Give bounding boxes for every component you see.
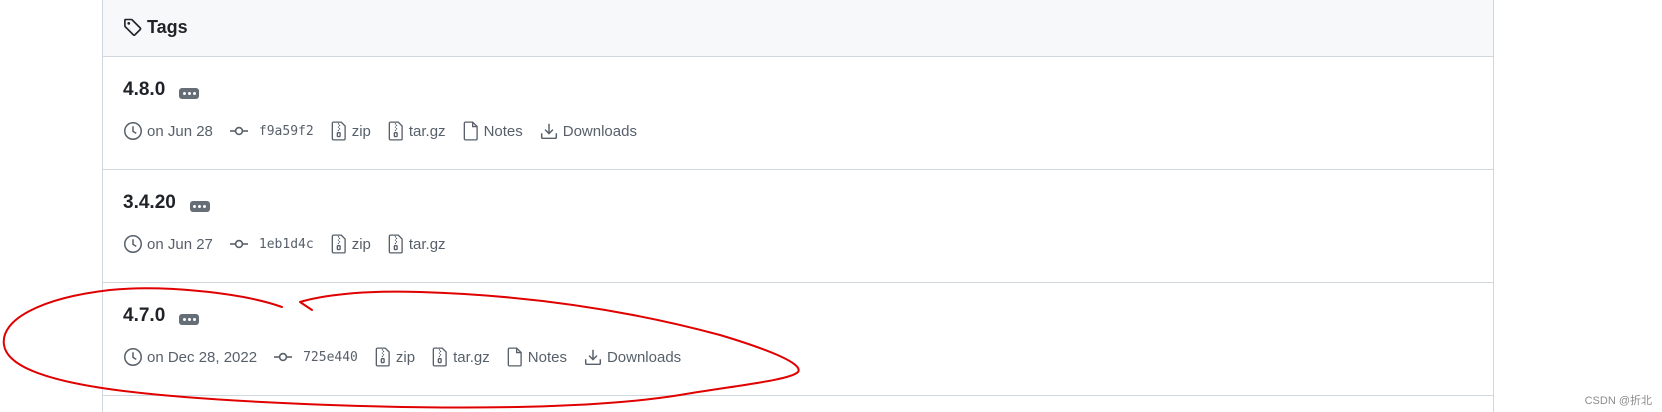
- file-icon: [507, 347, 522, 367]
- download-icon: [584, 349, 601, 366]
- tags-box: Tags 4.8.0 on Jun 28 f9a59f2 zip tar.gz …: [102, 0, 1494, 412]
- tag-name-link[interactable]: 4.7.0: [123, 305, 165, 327]
- targz-download-link[interactable]: tar.gz: [431, 347, 490, 367]
- tag-date: on Jun 27: [123, 234, 213, 254]
- commit-sha: 725e440: [303, 349, 358, 365]
- downloads-label: Downloads: [562, 122, 637, 140]
- commit-sha: 1eb1d4c: [258, 236, 314, 252]
- zip-label: zip: [351, 235, 371, 253]
- file-zip-icon: [388, 121, 403, 141]
- notes-label: Notes: [527, 348, 567, 366]
- clock-icon: [124, 348, 142, 366]
- zip-label: zip: [351, 122, 371, 140]
- zip-download-link[interactable]: zip: [330, 121, 371, 141]
- tag-row: 3.4.20 on Jun 27 1eb1d4c zip tar.gz: [103, 170, 1493, 283]
- commit-icon: [229, 126, 248, 136]
- clock-icon: [124, 235, 142, 253]
- commit-link[interactable]: 725e440: [273, 350, 358, 365]
- page-title: Tags: [147, 16, 188, 37]
- file-icon: [463, 121, 478, 141]
- targz-download-link[interactable]: tar.gz: [387, 234, 446, 254]
- tags-page: Tags 4.8.0 on Jun 28 f9a59f2 zip tar.gz …: [0, 0, 1662, 412]
- more-options-button[interactable]: [179, 87, 200, 99]
- commit-link[interactable]: f9a59f2: [229, 124, 314, 139]
- notes-link[interactable]: Notes: [506, 347, 567, 367]
- downloads-link[interactable]: Downloads: [583, 348, 681, 366]
- zip-download-link[interactable]: zip: [330, 234, 371, 254]
- file-zip-icon: [331, 234, 346, 254]
- date-text: on Jun 28: [147, 122, 213, 140]
- file-zip-icon: [432, 347, 447, 367]
- date-text: on Dec 28, 2022: [147, 348, 258, 366]
- commit-icon: [229, 239, 248, 249]
- more-options-button[interactable]: [179, 313, 200, 325]
- file-zip-icon: [375, 347, 390, 367]
- tag-name-link[interactable]: 4.8.0: [123, 79, 165, 101]
- targz-label: tar.gz: [408, 122, 446, 140]
- notes-link[interactable]: Notes: [462, 121, 523, 141]
- targz-label: tar.gz: [453, 348, 490, 366]
- tag-row: 4.7.0 on Dec 28, 2022 725e440 zip tar.gz…: [103, 283, 1493, 396]
- downloads-link[interactable]: Downloads: [539, 122, 637, 140]
- tags-header: Tags: [103, 0, 1493, 57]
- file-zip-icon: [388, 234, 403, 254]
- commit-link[interactable]: 1eb1d4c: [229, 237, 314, 252]
- downloads-label: Downloads: [606, 348, 682, 366]
- commit-icon: [274, 352, 293, 362]
- watermark: CSDN @折北: [1584, 395, 1652, 407]
- download-icon: [540, 123, 557, 140]
- tag-name-link[interactable]: 3.4.20: [123, 192, 176, 214]
- notes-label: Notes: [483, 122, 523, 140]
- zip-download-link[interactable]: zip: [374, 347, 415, 367]
- file-zip-icon: [331, 121, 346, 141]
- tag-date: on Jun 28: [123, 121, 213, 141]
- date-text: on Jun 27: [147, 235, 213, 253]
- zip-label: zip: [395, 348, 416, 366]
- more-options-button[interactable]: [189, 200, 210, 212]
- tag-date: on Dec 28, 2022: [123, 347, 257, 367]
- targz-label: tar.gz: [408, 235, 446, 253]
- targz-download-link[interactable]: tar.gz: [387, 121, 446, 141]
- tag-icon: [123, 17, 143, 37]
- clock-icon: [124, 122, 142, 140]
- tag-row: 4.8.0 on Jun 28 f9a59f2 zip tar.gz Notes…: [103, 57, 1493, 170]
- commit-sha: f9a59f2: [258, 123, 314, 139]
